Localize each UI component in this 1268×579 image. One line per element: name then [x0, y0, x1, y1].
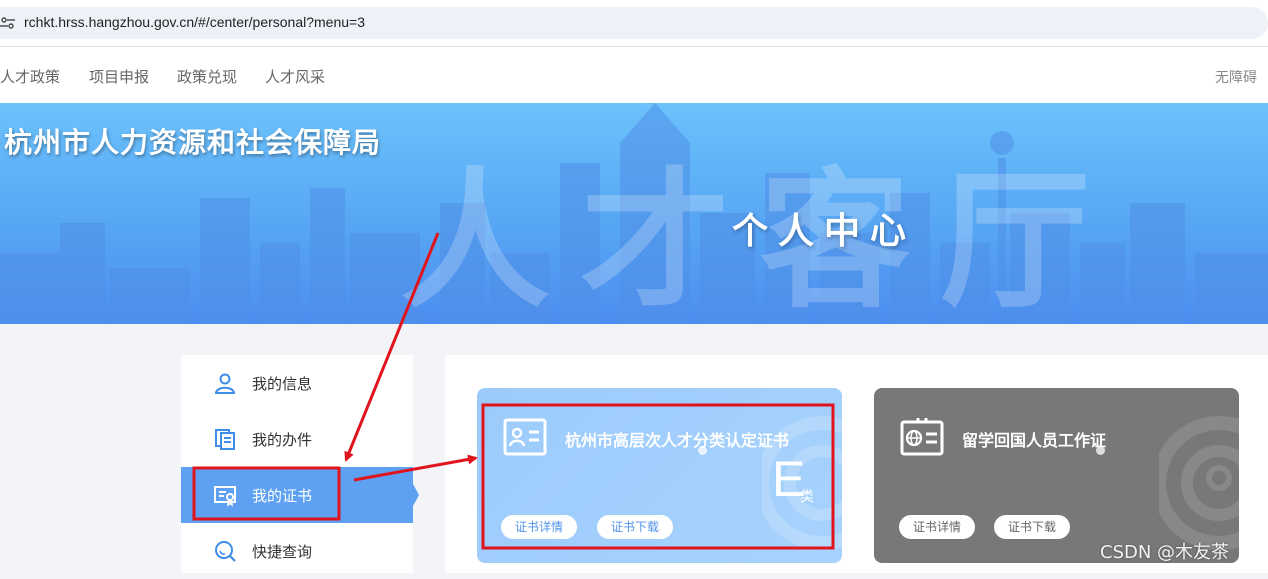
hero-banner: 人 才 客 厅 杭州市人力资源和社会保障局 个人中心 — [0, 103, 1268, 324]
card-title: 杭州市高层次人才分类认定证书 — [565, 431, 790, 450]
certificate-download-button[interactable]: 证书下载 — [994, 515, 1071, 539]
top-navigation: 人才政策 项目申报 政策兑现 人才风采 无障碍 — [0, 47, 1268, 103]
nav-project-application[interactable]: 项目申报 — [89, 66, 149, 87]
certificate-detail-button[interactable]: 证书详情 — [501, 515, 578, 539]
sidebar-item-label: 我的证书 — [252, 487, 313, 505]
certificate-card-talent-classification[interactable]: 杭州市高层次人才分类认定证书 E 类 证书详情 证书下载 — [477, 388, 842, 563]
id-card-icon — [503, 418, 547, 456]
sidebar-menu: 我的信息 我的办件 我的证书 快捷查询 — [181, 355, 413, 573]
sidebar-item-label: 我的信息 — [252, 375, 313, 393]
site-settings-icon[interactable] — [0, 15, 16, 31]
sidebar-item-label: 我的办件 — [252, 431, 313, 449]
url-box[interactable]: rchkt.hrss.hangzhou.gov.cn/#/center/pers… — [0, 7, 1268, 39]
nav-talent-policy[interactable]: 人才政策 — [0, 66, 60, 87]
svg-text:才: 才 — [580, 155, 730, 324]
nav-policy-redemption[interactable]: 政策兑现 — [177, 66, 237, 87]
documents-icon — [215, 429, 235, 450]
sidebar-item-quick-query[interactable]: 快捷查询 — [181, 523, 413, 579]
svg-text:人: 人 — [400, 155, 550, 324]
card-dot — [1096, 446, 1105, 455]
browser-address-bar: rchkt.hrss.hangzhou.gov.cn/#/center/pers… — [0, 0, 1268, 47]
card-dot — [698, 446, 707, 455]
url-text[interactable]: rchkt.hrss.hangzhou.gov.cn/#/center/pers… — [24, 14, 365, 30]
sidebar-item-label: 快捷查询 — [252, 543, 313, 561]
sidebar-item-my-info[interactable]: 我的信息 — [181, 355, 413, 411]
certificate-icon — [214, 486, 236, 507]
card-title: 留学回国人员工作证 — [962, 431, 1107, 450]
csdn-watermark: CSDN @木友茶 — [1100, 542, 1230, 563]
sidebar-item-my-certificates[interactable]: 我的证书 — [181, 467, 413, 523]
nav-talent-showcase[interactable]: 人才风采 — [265, 66, 325, 87]
certificate-grade-suffix: 类 — [800, 489, 814, 505]
user-icon — [214, 373, 236, 394]
active-indicator-notch — [413, 484, 419, 506]
personal-center-title: 个人中心 — [732, 211, 917, 252]
certificate-card-returnee-work-permit[interactable]: 留学回国人员工作证 证书详情 证书下载 — [874, 388, 1239, 563]
accessibility-link[interactable]: 无障碍 — [1215, 67, 1257, 87]
svg-text:厅: 厅 — [940, 155, 1090, 324]
certificate-detail-button[interactable]: 证书详情 — [899, 515, 976, 539]
certificate-download-button[interactable]: 证书下载 — [597, 515, 674, 539]
card-decoration-rings — [1159, 416, 1239, 550]
globe-card-icon — [900, 418, 944, 456]
sidebar-item-my-cases[interactable]: 我的办件 — [181, 411, 413, 467]
search-icon — [215, 541, 236, 562]
bureau-title: 杭州市人力资源和社会保障局 — [4, 126, 382, 159]
